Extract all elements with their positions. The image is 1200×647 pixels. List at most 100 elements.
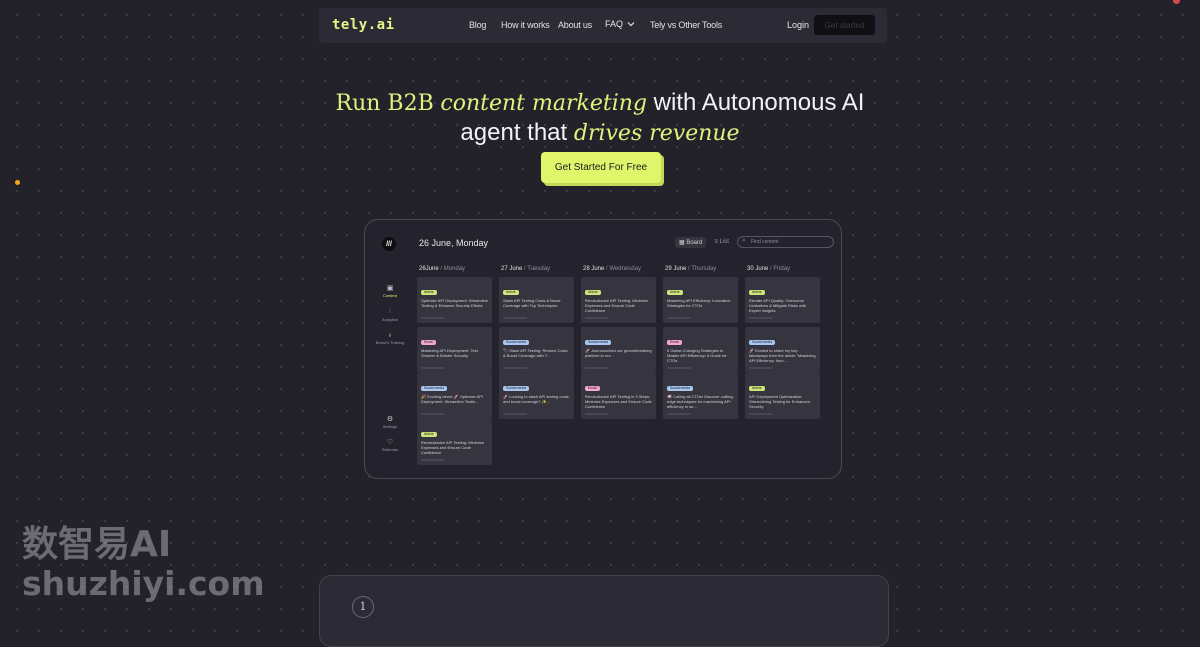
content-card[interactable]: Article Revolutionize API Testing: Minimi… bbox=[417, 419, 492, 465]
content-type-badge: Article bbox=[749, 290, 765, 295]
day-weekday: / Tuesday bbox=[524, 266, 551, 272]
decorative-dot bbox=[1173, 0, 1180, 4]
content-card-title: Mastering API Efficiency: Innovative Str… bbox=[667, 298, 731, 308]
content-card[interactable]: Article API Deployment Optimization: Stre… bbox=[745, 373, 820, 419]
card-meta-bar bbox=[667, 317, 691, 319]
find-content-input[interactable]: ⌕ Find content bbox=[737, 236, 834, 248]
content-card-title: API Deployment Optimization: Streamlinin… bbox=[749, 394, 810, 409]
app-preview: /// 26 June, Monday ▦ Board ≡ List ⌕ Fin… bbox=[364, 219, 842, 479]
content-type-badge: Email bbox=[667, 340, 682, 345]
sidebar-item-label: Brand's Training bbox=[375, 340, 405, 345]
content-card-title: Revolutionize API Testing in 3 Steps: Mi… bbox=[585, 394, 652, 409]
card-meta-bar bbox=[667, 367, 691, 369]
search-placeholder: Find content bbox=[751, 239, 779, 245]
content-card[interactable]: Article Revolutionize API Testing: Minimi… bbox=[581, 277, 656, 323]
nav-link-how-it-works[interactable]: How it works bbox=[501, 20, 550, 30]
content-type-badge: Social media bbox=[749, 340, 776, 345]
chart-icon: ⫶ bbox=[389, 308, 391, 315]
card-meta-bar bbox=[421, 317, 445, 319]
content-card-title: 🚀 Excited to share my key takeaways from… bbox=[749, 348, 816, 363]
content-type-badge: Social media bbox=[503, 340, 530, 345]
card-meta-bar bbox=[585, 367, 609, 369]
decorative-dot bbox=[15, 180, 20, 185]
card-meta-bar bbox=[667, 413, 691, 415]
content-card[interactable]: Email Mastering API Deployment: Test Smar… bbox=[417, 327, 492, 373]
sidebar-item-referrals[interactable]: ♡ Referrals bbox=[370, 438, 410, 452]
content-card[interactable]: Social media 🚀 Just launched our groundbr… bbox=[581, 327, 656, 373]
gear-icon: ⚙ bbox=[386, 416, 394, 423]
top-navbar: tely.ai Blog How it works About us FAQ T… bbox=[319, 8, 887, 43]
card-meta-bar bbox=[749, 317, 773, 319]
nav-link-blog[interactable]: Blog bbox=[469, 20, 486, 30]
day-date: 30 June bbox=[747, 266, 769, 272]
content-card[interactable]: Article Slash API Testing Costs & Boost C… bbox=[499, 277, 574, 323]
content-card-title: Elevate API Quality: Overcome Limitation… bbox=[749, 298, 807, 313]
calendar-icon: ▣ bbox=[386, 285, 394, 292]
card-meta-bar bbox=[421, 459, 445, 461]
nav-link-about-us[interactable]: About us bbox=[558, 20, 592, 30]
card-meta-bar bbox=[421, 413, 445, 415]
nav-faq-dropdown[interactable]: FAQ bbox=[605, 19, 635, 29]
card-meta-bar bbox=[749, 367, 773, 369]
content-card[interactable]: Article Mastering API Efficiency: Innovat… bbox=[663, 277, 738, 323]
step-number: 1 bbox=[352, 596, 374, 618]
sidebar-item-label: Content bbox=[382, 293, 397, 298]
content-type-badge: Social media bbox=[585, 340, 612, 345]
board-label: Board bbox=[686, 240, 703, 246]
chevron-down-icon bbox=[627, 22, 635, 27]
content-card[interactable]: Email 5 Game-Changing Strategies to Maste… bbox=[663, 327, 738, 373]
content-type-badge: Article bbox=[503, 290, 519, 295]
content-card-title: 🚀 Just launched our groundbreaking platf… bbox=[585, 348, 652, 358]
day-weekday: / Friday bbox=[770, 266, 791, 272]
view-toggle: ▦ Board ≡ List bbox=[675, 237, 731, 248]
day-date: 28 June bbox=[583, 266, 605, 272]
card-meta-bar bbox=[503, 413, 527, 415]
list-label: List bbox=[719, 239, 729, 245]
app-logo-icon: /// bbox=[382, 237, 396, 251]
logo[interactable]: tely.ai bbox=[332, 17, 395, 33]
content-card-title: Revolutionize API Testing: Minimize Expe… bbox=[585, 298, 649, 313]
day-weekday: / Monday bbox=[440, 266, 466, 272]
watermark: 数智易AI shuzhiyi.com bbox=[22, 525, 265, 603]
board-view-tab[interactable]: ▦ Board bbox=[675, 237, 707, 248]
content-card[interactable]: Article Elevate API Quality: Overcome Lim… bbox=[745, 277, 820, 323]
content-type-badge: Article bbox=[421, 290, 437, 295]
content-card-title: Mastering API Deployment: Test Smarter &… bbox=[421, 348, 478, 358]
content-type-badge: Email bbox=[585, 386, 600, 391]
content-card[interactable]: Social media 🎉 Exciting news! 🚀 Optimize … bbox=[417, 373, 492, 419]
content-card-title: 📢 Calling all CTOs! Discover cutting-edg… bbox=[667, 394, 734, 409]
content-type-badge: Article bbox=[421, 432, 437, 437]
card-meta-bar bbox=[585, 317, 609, 319]
content-card[interactable]: Social media 🚀 Excited to share my key ta… bbox=[745, 327, 820, 373]
get-started-nav-button[interactable]: Get started bbox=[814, 15, 875, 35]
hero-highlight: drives revenue bbox=[573, 121, 740, 146]
content-card[interactable]: Social media 🏷 Slash API Testing: Reduce … bbox=[499, 327, 574, 373]
watermark-line-1: 数智易AI bbox=[22, 524, 172, 565]
content-card-title: 🚀 Looking to slash API testing costs and… bbox=[503, 394, 569, 404]
sidebar-item-label: Referrals bbox=[381, 447, 399, 452]
sidebar-item-label: Analytics bbox=[381, 317, 398, 322]
content-card[interactable]: Social media 🚀 Looking to slash API testi… bbox=[499, 373, 574, 419]
content-card[interactable]: Article Optimize API Deployment: Streamli… bbox=[417, 277, 492, 323]
content-card[interactable]: Social media 📢 Calling all CTOs! Discover… bbox=[663, 373, 738, 419]
get-started-button[interactable]: Get Started For Free bbox=[541, 152, 661, 183]
content-type-badge: Article bbox=[585, 290, 601, 295]
sidebar-item-brands-training[interactable]: ♁ Brand's Training bbox=[370, 332, 410, 345]
content-card-title: Revolutionize API Testing: Minimize Expe… bbox=[421, 440, 485, 455]
sidebar-item-analytics[interactable]: ⫶ Analytics bbox=[370, 308, 410, 322]
watermark-line-2: shuzhiyi.com bbox=[22, 564, 265, 603]
content-type-badge: Social media bbox=[667, 386, 694, 391]
sidebar-item-content[interactable]: ▣ Content bbox=[370, 284, 410, 298]
hero-highlight: content marketing bbox=[440, 91, 647, 116]
list-view-tab[interactable]: ≡ List bbox=[712, 237, 731, 248]
sidebar-item-settings[interactable]: ⚙ Settings bbox=[370, 415, 410, 429]
nav-link-faq: FAQ bbox=[605, 19, 624, 29]
day-weekday: / Wednesday bbox=[606, 266, 641, 272]
content-type-badge: Article bbox=[667, 290, 683, 295]
content-card[interactable]: Email Revolutionize API Testing in 3 Step… bbox=[581, 373, 656, 419]
day-weekday: / Thursday bbox=[688, 266, 717, 272]
nav-link-tely-vs-other-tools[interactable]: Tely vs Other Tools bbox=[650, 20, 722, 30]
login-link[interactable]: Login bbox=[787, 20, 809, 30]
hero-headline-line-2: agent that drives revenue bbox=[0, 119, 1200, 147]
app-date-title: 26 June, Monday bbox=[419, 238, 489, 248]
